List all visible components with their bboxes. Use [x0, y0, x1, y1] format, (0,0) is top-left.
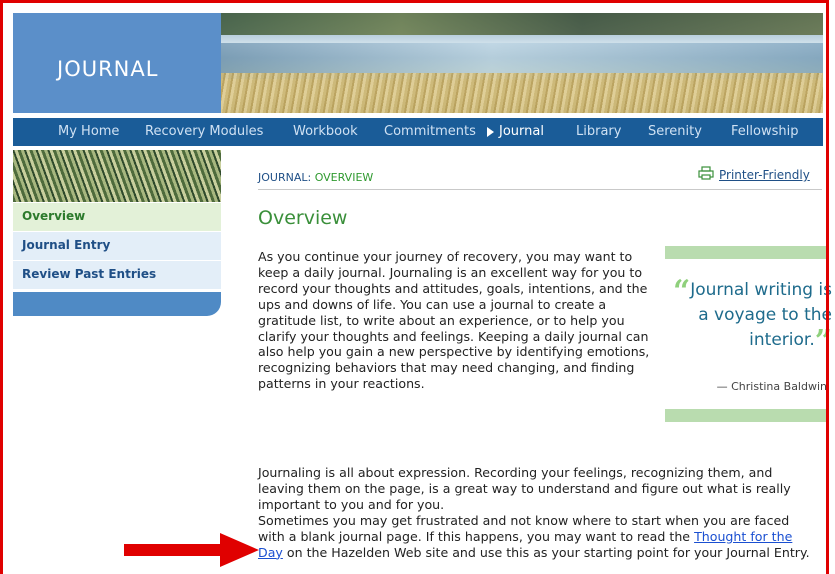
- nav-item-commitments[interactable]: Commitments: [384, 124, 476, 139]
- page-frame: JOURNAL My Home Recovery Modules Workboo…: [0, 0, 835, 574]
- breadcrumb-divider: [258, 189, 822, 190]
- nav-item-library[interactable]: Library: [576, 124, 621, 139]
- pull-quote: “Journal writing is a voyage to the inte…: [660, 277, 832, 357]
- breadcrumb-section[interactable]: JOURNAL:: [258, 171, 315, 184]
- journal-logo-block: JOURNAL: [13, 13, 221, 113]
- quote-bottom-bar: [665, 409, 828, 422]
- sidebar-item-journal-entry[interactable]: Journal Entry: [13, 232, 221, 261]
- quote-author: — Christina Baldwin: [716, 380, 827, 393]
- breadcrumb-current: OVERVIEW: [314, 171, 374, 184]
- sidebar-footer: [13, 292, 221, 316]
- breadcrumb: JOURNAL: OVERVIEW: [258, 171, 373, 184]
- nav-item-workbook[interactable]: Workbook: [293, 124, 358, 139]
- nav-item-recovery-modules[interactable]: Recovery Modules: [145, 124, 263, 139]
- starting-point-text-end: on the Hazelden Web site and use this as…: [282, 544, 810, 560]
- starting-point-paragraph: Sometimes you may get frustrated and not…: [258, 513, 818, 561]
- expression-paragraph: Journaling is all about expression. Reco…: [258, 465, 791, 512]
- banner-grass: [221, 73, 823, 113]
- quote-close-icon: ”: [814, 324, 832, 359]
- sidebar-item-review-past-entries[interactable]: Review Past Entries: [13, 261, 221, 290]
- header-banner-photo: [221, 13, 823, 113]
- page-title: Overview: [258, 207, 348, 229]
- printer-icon[interactable]: [698, 166, 714, 180]
- red-arrow-annotation-icon: [124, 533, 259, 567]
- nav-item-serenity[interactable]: Serenity: [648, 124, 702, 139]
- nav-active-arrow-icon: [487, 127, 494, 137]
- nav-item-my-home[interactable]: My Home: [58, 124, 119, 139]
- quote-open-icon: “: [672, 274, 691, 309]
- nav-item-journal[interactable]: Journal: [499, 124, 544, 139]
- printer-friendly-link[interactable]: Printer-Friendly: [719, 168, 810, 182]
- journal-logo-text: JOURNAL: [57, 57, 159, 81]
- intro-paragraph: As you continue your journey of recovery…: [258, 249, 650, 392]
- sidebar-grass-photo: [13, 150, 221, 202]
- main-nav: My Home Recovery Modules Workbook Commit…: [13, 118, 823, 146]
- sidebar-nav: Overview Journal Entry Review Past Entri…: [13, 203, 221, 290]
- banner-trees: [221, 13, 823, 35]
- nav-item-fellowship[interactable]: Fellowship: [731, 124, 798, 139]
- sidebar-item-overview[interactable]: Overview: [13, 203, 221, 232]
- quote-top-bar: [665, 246, 828, 259]
- pull-quote-text: Journal writing is a voyage to the inter…: [690, 280, 832, 350]
